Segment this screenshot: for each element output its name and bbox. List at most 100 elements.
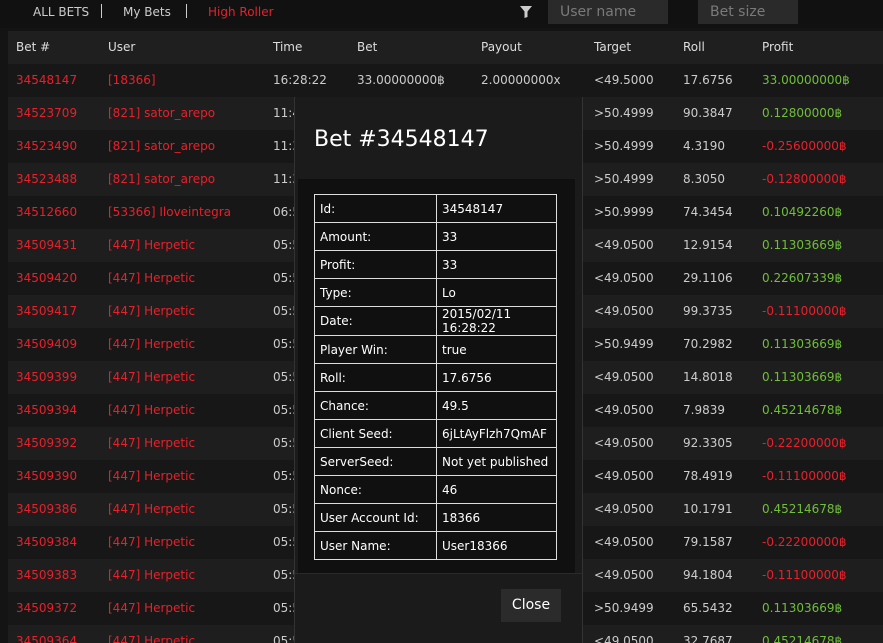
bet-id-link[interactable]: 34509417 [16, 304, 77, 318]
user-link[interactable]: [447] Herpetic [108, 370, 195, 384]
bet-roll: 78.4919 [683, 469, 733, 483]
user-link[interactable]: [447] Herpetic [108, 568, 195, 582]
detail-row: Roll: 17.6756 [314, 363, 557, 392]
bet-profit: -0.12800000฿ [762, 172, 847, 186]
bet-id-link[interactable]: 34509394 [16, 403, 77, 417]
close-button[interactable]: Close [501, 589, 561, 622]
bet-id-link[interactable]: 34509372 [16, 601, 77, 615]
user-link[interactable]: [447] Herpetic [108, 337, 195, 351]
bet-id-link[interactable]: 34509390 [16, 469, 77, 483]
detail-label: Amount: [314, 222, 437, 251]
user-link[interactable]: [447] Herpetic [108, 535, 195, 549]
table-row[interactable]: 34548147 [18366] 16:28:22 33.00000000฿ 2.000… [8, 64, 883, 97]
bet-id-link[interactable]: 34548147 [16, 73, 77, 87]
tab-my-bets[interactable]: My Bets [123, 5, 171, 19]
detail-label: Type: [314, 278, 437, 307]
bet-id-link[interactable]: 34523490 [16, 139, 77, 153]
detail-label: Nonce: [314, 475, 437, 504]
bet-roll: 32.7687 [683, 634, 733, 643]
bet-roll: 12.9154 [683, 238, 733, 252]
user-link[interactable]: [447] Herpetic [108, 469, 195, 483]
bet-target: <49.0500 [594, 502, 654, 516]
bet-profit: 0.11303669฿ [762, 337, 843, 351]
detail-value: 46 [436, 475, 557, 504]
bet-profit: -0.22200000฿ [762, 436, 847, 450]
bet-target: >50.4999 [594, 106, 654, 120]
bet-id-link[interactable]: 34523709 [16, 106, 77, 120]
user-link[interactable]: [447] Herpetic [108, 403, 195, 417]
bet-profit: -0.11100000฿ [762, 469, 847, 483]
column-header-payout[interactable]: Payout [481, 40, 522, 54]
detail-row: ServerSeed: Not yet published [314, 447, 557, 476]
user-link[interactable]: [53366] Iloveintegra [108, 205, 231, 219]
bet-roll: 17.6756 [683, 73, 733, 87]
bet-roll: 94.1804 [683, 568, 733, 582]
column-header-bet[interactable]: Bet # [16, 40, 50, 54]
bet-time: 16:28:22 [273, 73, 327, 87]
bet-id-link[interactable]: 34509364 [16, 634, 77, 643]
bet-id-link[interactable]: 34509386 [16, 502, 77, 516]
bet-target: >50.9499 [594, 601, 654, 615]
bet-id-link[interactable]: 34509409 [16, 337, 77, 351]
bet-profit: 0.45214678฿ [762, 634, 843, 643]
bet-target: <49.0500 [594, 436, 654, 450]
user-link[interactable]: [447] Herpetic [108, 502, 195, 516]
bet-details-table: Id: 34548147 Amount: 33 Profit: 33 Type: Lo Date… [314, 194, 557, 560]
detail-value: Lo [436, 278, 557, 307]
user-name-filter-input[interactable] [548, 0, 668, 24]
bet-target: <49.0500 [594, 634, 654, 643]
column-header-profit[interactable]: Profit [762, 40, 793, 54]
bet-target: <49.0500 [594, 403, 654, 417]
bet-amount: 33.00000000฿ [357, 73, 445, 87]
bet-payout: 2.00000000x [481, 73, 561, 87]
bet-profit: 0.45214678฿ [762, 502, 843, 516]
detail-value: 2015/02/11 16:28:22 [436, 306, 557, 336]
tab-separator [186, 4, 187, 18]
user-link[interactable]: [447] Herpetic [108, 304, 195, 318]
bet-id-link[interactable]: 34509399 [16, 370, 77, 384]
bet-roll: 92.3305 [683, 436, 733, 450]
user-link[interactable]: [821] sator_arepo [108, 139, 215, 153]
user-link[interactable]: [447] Herpetic [108, 238, 195, 252]
bet-roll: 8.3050 [683, 172, 725, 186]
user-link[interactable]: [821] sator_arepo [108, 172, 215, 186]
tab-high-roller[interactable]: High Roller [208, 5, 274, 19]
user-link[interactable]: [447] Herpetic [108, 634, 195, 643]
detail-row: Chance: 49.5 [314, 391, 557, 420]
bet-profit: 33.00000000฿ [762, 73, 850, 87]
bet-profit: 0.12800000฿ [762, 106, 843, 120]
bet-profit: 0.45214678฿ [762, 403, 843, 417]
tab-all-bets[interactable]: ALL BETS [33, 5, 89, 19]
column-header-amount[interactable]: Bet [357, 40, 377, 54]
column-header-user[interactable]: User [108, 40, 135, 54]
bet-id-link[interactable]: 34523488 [16, 172, 77, 186]
bet-id-link[interactable]: 34509384 [16, 535, 77, 549]
column-header-roll[interactable]: Roll [683, 40, 705, 54]
bet-profit: 0.11303669฿ [762, 370, 843, 384]
bet-id-link[interactable]: 34509392 [16, 436, 77, 450]
bet-size-filter-input[interactable] [698, 0, 798, 24]
detail-label: User Name: [314, 531, 437, 560]
bet-target: <49.0500 [594, 271, 654, 285]
column-header-target[interactable]: Target [594, 40, 631, 54]
bets-table-header: Bet # User Time Bet Payout Target Roll P… [8, 31, 883, 64]
detail-value: 6jLtAyFlzh7QmAF [436, 419, 557, 448]
filter-icon[interactable] [520, 6, 532, 18]
detail-value: 33 [436, 222, 557, 251]
bet-id-link[interactable]: 34509383 [16, 568, 77, 582]
column-header-time[interactable]: Time [273, 40, 302, 54]
bet-id-link[interactable]: 34509431 [16, 238, 77, 252]
user-link[interactable]: [821] sator_arepo [108, 106, 215, 120]
bet-id-link[interactable]: 34509420 [16, 271, 77, 285]
detail-label: Profit: [314, 250, 437, 279]
user-link[interactable]: [447] Herpetic [108, 436, 195, 450]
bet-roll: 70.2982 [683, 337, 733, 351]
detail-label: Client Seed: [314, 419, 437, 448]
user-link[interactable]: [447] Herpetic [108, 271, 195, 285]
detail-value: 49.5 [436, 391, 557, 420]
user-link[interactable]: [18366] [108, 73, 156, 87]
bet-target: <49.0500 [594, 535, 654, 549]
user-link[interactable]: [447] Herpetic [108, 601, 195, 615]
bet-id-link[interactable]: 34512660 [16, 205, 77, 219]
detail-row: Amount: 33 [314, 222, 557, 251]
